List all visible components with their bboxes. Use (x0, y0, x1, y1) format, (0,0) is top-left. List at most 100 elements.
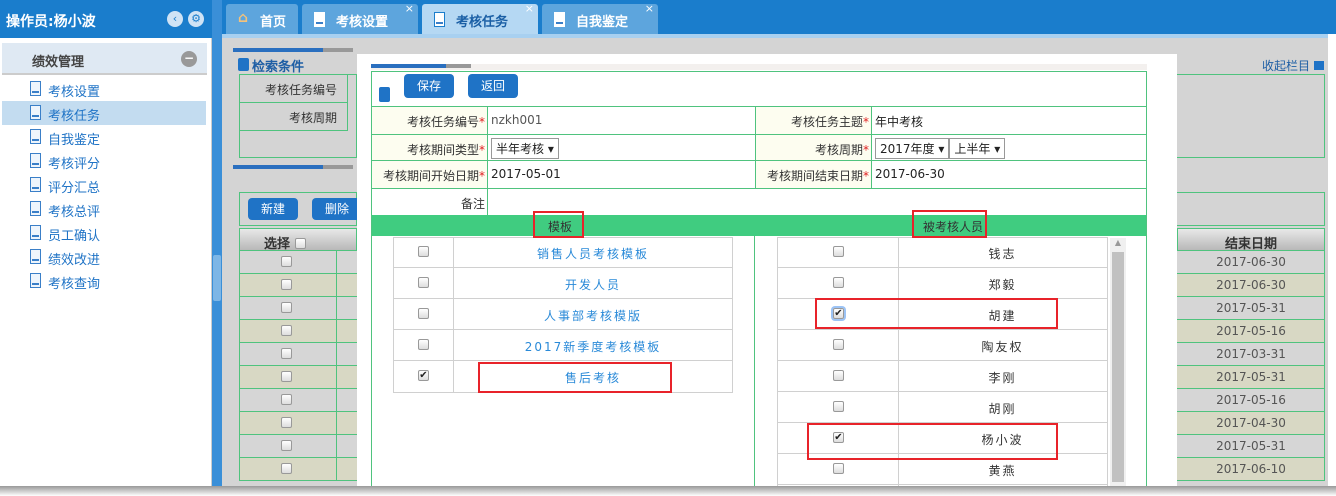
document-icon (314, 12, 325, 27)
select-all-checkbox[interactable] (294, 238, 306, 249)
sidebar-item[interactable]: 评分汇总 (2, 173, 206, 197)
table-row (239, 251, 357, 274)
end-date-header-label: 结束日期 (1224, 237, 1277, 252)
section-header[interactable]: 绩效管理 (2, 43, 207, 75)
template-checkbox[interactable]: ✔ (418, 370, 429, 381)
remark-field[interactable] (487, 188, 1147, 216)
template-item[interactable]: 开发人员 (394, 268, 732, 299)
sidebar-item-label: 员工确认 (48, 229, 101, 244)
row-checkbox[interactable] (281, 440, 292, 451)
template-name[interactable]: 销售人员考核模板 (454, 245, 732, 262)
person-item[interactable]: 钱志 (778, 237, 1107, 268)
end-date-field[interactable]: 2017-06-30 (871, 160, 1147, 189)
template-item[interactable]: 销售人员考核模板 (394, 237, 732, 268)
back-button[interactable]: 返回 (468, 74, 518, 98)
search-form: 考核任务编号 考核周期 (239, 74, 357, 158)
close-icon[interactable]: × (405, 2, 414, 15)
period-type-select[interactable]: 半年考核 ▾ (491, 138, 559, 159)
row-checkbox[interactable] (281, 417, 292, 428)
sidebar-item-label: 绩效改进 (48, 253, 101, 268)
sidebar-item[interactable]: 绩效改进 (2, 245, 206, 269)
window-shadow (0, 486, 1336, 496)
document-icon (30, 225, 41, 240)
end-date-cell: 2017-05-31 (1216, 301, 1286, 315)
topic-field[interactable]: 年中考核 (871, 106, 1147, 135)
label-text: 考核任务主题 (790, 115, 863, 129)
person-checkbox[interactable] (833, 339, 844, 350)
highlight-box (807, 423, 1058, 460)
row-checkbox[interactable] (281, 394, 292, 405)
template-checkbox[interactable] (418, 277, 429, 288)
collapse-link[interactable]: 收起栏目 (1262, 57, 1324, 74)
row-checkbox[interactable] (281, 348, 292, 359)
template-item[interactable]: 人事部考核模版 (394, 299, 732, 330)
person-item[interactable]: 郑毅 (778, 268, 1107, 299)
period-half-select[interactable]: 上半年 ▾ (949, 138, 1006, 159)
tab[interactable]: ⌂ 首页 (226, 4, 298, 34)
collapse-icon[interactable]: − (181, 51, 197, 67)
person-checkbox[interactable] (833, 401, 844, 412)
sidebar-item[interactable]: 考核评分 (2, 149, 206, 173)
period-year-select[interactable]: 2017年度 ▾ (875, 138, 950, 159)
tab[interactable]: 自我鉴定 × (542, 2, 658, 34)
person-item[interactable]: 陶友权 (778, 330, 1107, 361)
sidebar-item[interactable]: 考核查询 (2, 269, 206, 293)
table-row (239, 343, 357, 366)
sidebar-item[interactable]: 考核任务 (2, 101, 206, 125)
person-checkbox[interactable] (833, 370, 844, 381)
tab[interactable]: 考核任务 × (422, 2, 538, 34)
row-checkbox[interactable] (281, 302, 292, 313)
highlight-box (815, 298, 1058, 329)
template-checkbox[interactable] (418, 246, 429, 257)
table-row: 2017-05-31 (1177, 297, 1325, 320)
delete-button[interactable]: 删除 (312, 198, 362, 220)
end-date-cell: 2017-04-30 (1216, 416, 1286, 430)
collapse-label[interactable]: 收起栏目 (1262, 59, 1310, 73)
label-text: 考核周期 (814, 143, 863, 157)
scroll-up-icon[interactable]: ▲ (1110, 238, 1126, 252)
close-icon[interactable]: × (525, 2, 534, 15)
tab[interactable]: 考核设置 × (302, 2, 418, 34)
select-value: 半年考核 (496, 142, 545, 156)
row-checkbox[interactable] (281, 325, 292, 336)
sidebar-item[interactable]: 员工确认 (2, 221, 206, 245)
template-name[interactable]: 人事部考核模版 (454, 307, 732, 324)
sidebar-item[interactable]: 自我鉴定 (2, 125, 206, 149)
template-item[interactable]: 2017新季度考核模板 (394, 330, 732, 361)
row-checkbox[interactable] (281, 256, 292, 267)
person-checkbox[interactable] (833, 463, 844, 474)
sidebar-toggle-handle[interactable] (213, 255, 221, 301)
template-name[interactable]: 开发人员 (454, 276, 732, 293)
col-divider (336, 297, 337, 320)
end-date-cell: 2017-03-31 (1216, 347, 1286, 361)
save-button[interactable]: 保存 (404, 74, 454, 98)
template-checkbox[interactable] (418, 339, 429, 350)
scroll-thumb[interactable] (1112, 252, 1124, 482)
template-name[interactable]: 2017新季度考核模板 (454, 338, 732, 355)
people-scrollbar[interactable]: ▲ (1110, 238, 1126, 486)
sidebar-item-label: 评分汇总 (48, 181, 101, 196)
person-item[interactable]: 李刚 (778, 361, 1107, 392)
row-checkbox[interactable] (281, 463, 292, 474)
period-type-label: 考核期间类型* (371, 134, 488, 161)
sidebar-item-label: 考核总评 (48, 205, 101, 220)
close-icon[interactable]: × (645, 2, 654, 15)
table-row (239, 320, 357, 343)
col-divider (336, 320, 337, 343)
sidebar-item[interactable]: 考核设置 (2, 77, 206, 101)
person-checkbox[interactable] (833, 246, 844, 257)
person-name: 郑毅 (988, 278, 1017, 292)
task-no-field[interactable]: nzkh001 (487, 106, 756, 135)
end-date-cell: 2017-05-16 (1216, 324, 1286, 338)
start-date-field[interactable]: 2017-05-01 (487, 160, 756, 189)
new-button[interactable]: 新建 (248, 198, 298, 220)
template-checkbox[interactable] (418, 308, 429, 319)
person-checkbox[interactable] (833, 277, 844, 288)
sidebar-item[interactable]: 考核总评 (2, 197, 206, 221)
person-item[interactable]: 胡刚 (778, 392, 1107, 423)
collapse-arrow-icon[interactable] (1313, 61, 1324, 70)
gear-icon[interactable]: ⚙ (188, 11, 204, 27)
row-checkbox[interactable] (281, 371, 292, 382)
back-icon[interactable]: ‹ (167, 11, 183, 27)
row-checkbox[interactable] (281, 279, 292, 290)
